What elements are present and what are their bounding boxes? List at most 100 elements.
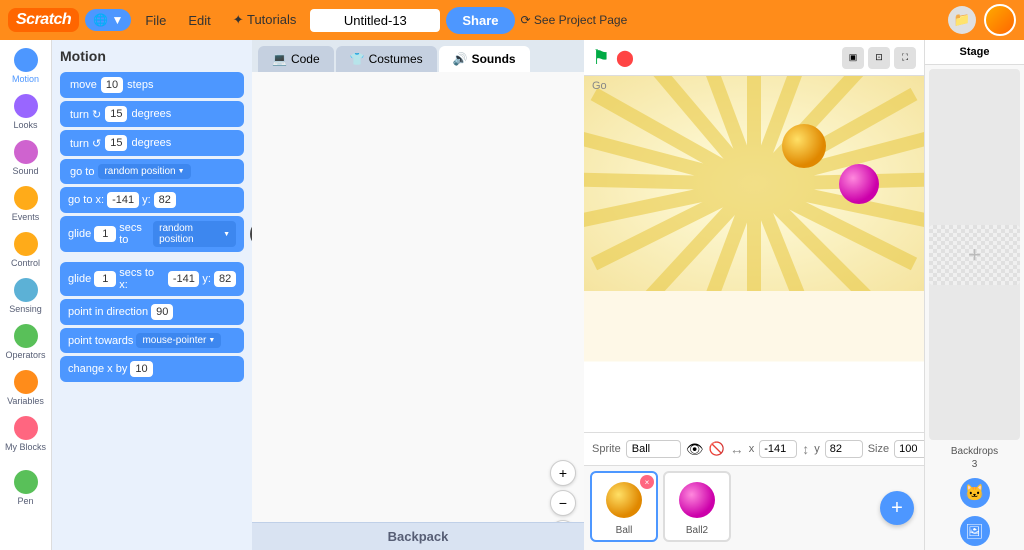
operators-icon: [14, 324, 38, 348]
sprite-ball-1: [782, 124, 826, 168]
ball-thumb-img: [602, 478, 646, 522]
sidebar-item-variables[interactable]: Variables: [2, 366, 50, 410]
tab-costumes[interactable]: 👕 Costumes: [336, 46, 437, 72]
stage-mini-thumbnail: +: [929, 69, 1020, 440]
project-title-input[interactable]: [310, 9, 440, 32]
sensing-label: Sensing: [9, 304, 42, 314]
sprite-label: Sprite: [592, 443, 621, 455]
stage-small-button[interactable]: ▣: [842, 47, 864, 69]
stage-resize-buttons: ▣ ⊡ ⛶: [842, 47, 916, 69]
sprite-thumbnails: × Ball: [584, 465, 924, 550]
block-glide-random[interactable]: glide 1 secs to random position: [60, 216, 244, 252]
block-point-direction[interactable]: point in direction 90: [60, 299, 244, 325]
sprite-info-bar: Sprite 👁 🚫 ↔ x ↕ y Size Direction: [584, 432, 924, 465]
control-icon: [14, 232, 38, 256]
top-right-icons: 📁: [948, 4, 1016, 36]
motion-label: Motion: [12, 74, 39, 84]
events-icon: [14, 186, 38, 210]
code-area: 💻 Code 👕 Costumes 🔊 Sounds when space ▼ …: [252, 40, 584, 550]
add-sprite-button[interactable]: +: [880, 491, 914, 525]
file-menu[interactable]: File: [137, 9, 174, 32]
block-turn-right[interactable]: turn ↻ 15 degrees: [60, 101, 244, 127]
sound-label: Sound: [12, 166, 38, 176]
events-label: Events: [12, 212, 40, 222]
stop-button[interactable]: ⬤: [616, 48, 634, 68]
tab-sounds[interactable]: 🔊 Sounds: [439, 46, 530, 72]
categories-panel: Motion Looks Sound Events Control Sensin…: [0, 40, 52, 550]
green-flag-button[interactable]: ⚑: [592, 45, 610, 70]
size-label: Size: [868, 443, 889, 455]
looks-icon: [14, 94, 38, 118]
globe-button[interactable]: 🌐 ▼: [85, 9, 131, 31]
block-point-towards[interactable]: point towards mouse-pointer: [60, 328, 244, 353]
x-label: x: [749, 443, 755, 455]
sidebar-item-pen[interactable]: Pen: [2, 466, 50, 510]
sound-icon: [14, 140, 38, 164]
scratch-logo[interactable]: Scratch: [8, 8, 79, 32]
block-goto[interactable]: go to random position: [60, 159, 244, 184]
stage-plus-icon: +: [968, 242, 981, 268]
blocks-palette: Motion move 10 steps turn ↻ 15 degrees t…: [52, 40, 252, 550]
stage-right-panel: Stage + Backdrops 3 🐱 🖼: [924, 40, 1024, 550]
variables-label: Variables: [7, 396, 44, 406]
main-layout: Motion Looks Sound Events Control Sensin…: [0, 40, 1024, 550]
sidebar-item-operators[interactable]: Operators: [2, 320, 50, 364]
stage-icon-buttons: 🐱: [925, 474, 1024, 512]
tabs: 💻 Code 👕 Costumes 🔊 Sounds: [252, 40, 584, 72]
workspace: when space ▼ key pressed ✏ erase all whe…: [252, 76, 584, 550]
stage-add-backdrop-button[interactable]: 🐱: [960, 478, 990, 508]
folder-icon-button[interactable]: 📁: [948, 6, 976, 34]
block-change-x[interactable]: change x by 10: [60, 356, 244, 382]
sprite-thumb-ball2[interactable]: Ball2: [663, 471, 731, 542]
pen-label: Pen: [17, 496, 33, 506]
stage-fullscreen-button[interactable]: ⛶: [894, 47, 916, 69]
delete-ball-button[interactable]: ×: [640, 475, 654, 489]
myblocks-label: My Blocks: [5, 442, 46, 452]
stage-normal-button[interactable]: ⊡: [868, 47, 890, 69]
looks-label: Looks: [13, 120, 37, 130]
ball2-thumb-img: [675, 478, 719, 522]
sidebar-item-sensing[interactable]: Sensing: [2, 274, 50, 318]
backdrops-count: 3: [925, 459, 1024, 474]
see-project-button[interactable]: ⟳ See Project Page: [521, 13, 628, 27]
control-label: Control: [11, 258, 40, 268]
sidebar-item-control[interactable]: Control: [2, 228, 50, 272]
edit-menu[interactable]: Edit: [180, 9, 218, 32]
block-move[interactable]: move 10 steps: [60, 72, 244, 98]
sensing-icon: [14, 278, 38, 302]
zoom-out-button[interactable]: −: [550, 490, 576, 516]
backpack[interactable]: Backpack: [252, 522, 584, 550]
stage-area: ⚑ ⬤ ▣ ⊡ ⛶: [584, 40, 924, 550]
sidebar-item-looks[interactable]: Looks: [2, 90, 50, 134]
share-button[interactable]: Share: [446, 7, 514, 34]
backdrops-label: Backdrops: [925, 444, 1024, 459]
show-button[interactable]: 👁: [686, 438, 704, 460]
block-goto-xy[interactable]: go to x: -141 y: 82: [60, 187, 244, 213]
sidebar-item-motion[interactable]: Motion: [2, 44, 50, 88]
motion-icon: [14, 48, 38, 72]
x-input[interactable]: [759, 440, 797, 458]
hide-button[interactable]: 🚫: [709, 438, 725, 460]
stage-controls: ⚑ ⬤ ▣ ⊡ ⛶: [584, 40, 924, 76]
tutorials-menu[interactable]: ✦ Tutorials: [225, 8, 305, 32]
sidebar-item-sound[interactable]: Sound: [2, 136, 50, 180]
y-label: y: [814, 443, 820, 455]
sidebar-item-myblocks[interactable]: My Blocks: [2, 412, 50, 456]
zoom-in-button[interactable]: +: [550, 460, 576, 486]
y-input[interactable]: [825, 440, 863, 458]
palette-title: Motion: [60, 48, 244, 64]
stage-canvas: Go: [584, 76, 924, 432]
block-glide-xy[interactable]: glide 1 secs to x: -141 y: 82: [60, 262, 244, 296]
block-turn-left[interactable]: turn ↺ 15 degrees: [60, 130, 244, 156]
operators-label: Operators: [5, 350, 45, 360]
sprite-name-input[interactable]: [626, 440, 681, 458]
variables-icon: [14, 370, 38, 394]
avatar[interactable]: [984, 4, 1016, 36]
stage-library-button[interactable]: 🖼: [960, 516, 990, 546]
myblocks-icon: [14, 416, 38, 440]
tab-code[interactable]: 💻 Code: [258, 46, 334, 72]
sprite-thumb-ball[interactable]: × Ball: [590, 471, 658, 542]
sprite-ball-2: [839, 164, 879, 204]
stage-tab[interactable]: Stage: [925, 40, 1024, 65]
sidebar-item-events[interactable]: Events: [2, 182, 50, 226]
